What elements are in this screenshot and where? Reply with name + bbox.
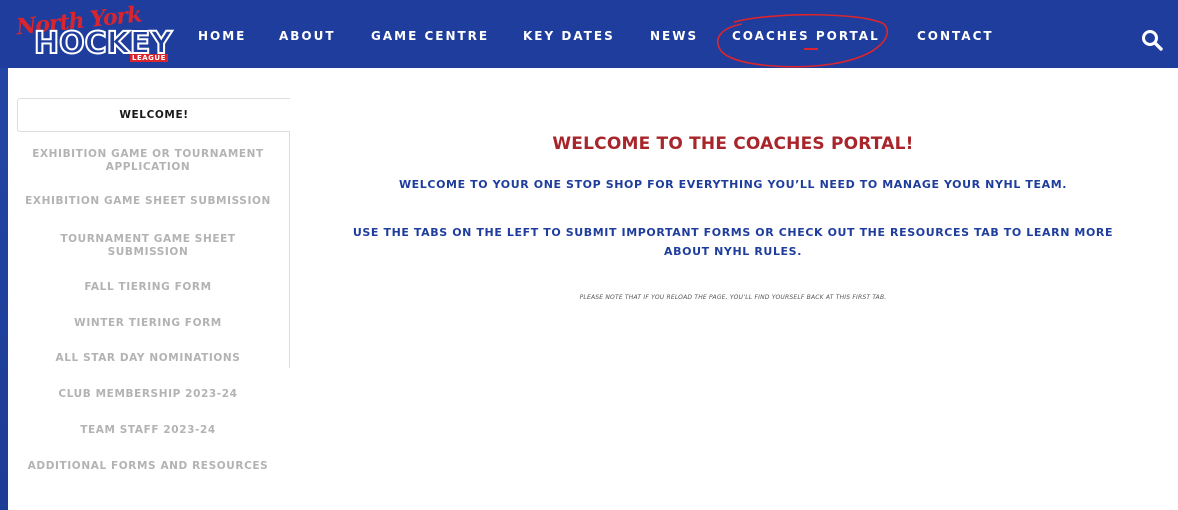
- tab-exhibition-application[interactable]: EXHIBITION GAME OR TOURNAMENT APPLICATIO…: [8, 148, 288, 174]
- instructions-line: USE THE TABS ON THE LEFT TO SUBMIT IMPOR…: [352, 226, 1114, 239]
- top-navbar: North York HOCKEY LEAGUE HOME ABOUT GAME…: [0, 0, 1178, 68]
- portal-tab-list: WELCOME! EXHIBITION GAME OR TOURNAMENT A…: [8, 98, 290, 368]
- tab-label-line: SUBMISSION: [107, 246, 189, 258]
- tab-label-line: ADDITIONAL FORMS AND RESOURCES: [27, 460, 269, 472]
- tab-additional-forms[interactable]: ADDITIONAL FORMS AND RESOURCES: [8, 460, 288, 473]
- tab-label-line: ALL STAR DAY NOMINATIONS: [55, 352, 241, 364]
- nav-contact[interactable]: CONTACT: [917, 29, 994, 45]
- tab-label-line: CLUB MEMBERSHIP 2023-24: [58, 388, 238, 400]
- search-icon[interactable]: [1141, 29, 1163, 51]
- tab-exhibition-game-sheet[interactable]: EXHIBITION GAME SHEET SUBMISSION: [8, 195, 288, 208]
- tab-label-line: EXHIBITION GAME OR TOURNAMENT: [32, 148, 264, 160]
- main-content: WELCOME! EXHIBITION GAME OR TOURNAMENT A…: [8, 68, 1178, 510]
- tab-label-line: WINTER TIERING FORM: [74, 317, 222, 329]
- tab-club-membership[interactable]: CLUB MEMBERSHIP 2023-24: [8, 388, 288, 401]
- tab-label-line: FALL TIERING FORM: [84, 281, 212, 293]
- tab-label-line: TOURNAMENT GAME SHEET: [60, 233, 236, 245]
- tab-fall-tiering[interactable]: FALL TIERING FORM: [8, 281, 288, 294]
- nav-about[interactable]: ABOUT: [279, 29, 336, 45]
- tab-label-line: EXHIBITION GAME SHEET SUBMISSION: [25, 195, 271, 207]
- nav-news[interactable]: NEWS: [650, 29, 698, 45]
- tab-all-star-nominations[interactable]: ALL STAR DAY NOMINATIONS: [8, 352, 288, 365]
- welcome-panel: WELCOME TO THE COACHES PORTAL! WELCOME T…: [298, 68, 1168, 510]
- logo-sub-text: LEAGUE: [130, 54, 168, 62]
- nav-key-dates[interactable]: KEY DATES: [523, 29, 615, 45]
- intro-text: WELCOME TO YOUR ONE STOP SHOP FOR EVERYT…: [398, 178, 1068, 191]
- nav-game-centre[interactable]: GAME CENTRE: [371, 29, 489, 45]
- instructions-line: ABOUT NYHL RULES.: [664, 245, 802, 258]
- tab-team-staff[interactable]: TEAM STAFF 2023-24: [8, 424, 288, 437]
- page-title: WELCOME TO THE COACHES PORTAL!: [552, 134, 914, 154]
- tab-winter-tiering[interactable]: WINTER TIERING FORM: [8, 317, 288, 330]
- reload-note: PLEASE NOTE THAT IF YOU RELOAD THE PAGE,…: [579, 294, 887, 301]
- tab-label-line: APPLICATION: [105, 161, 191, 173]
- league-logo[interactable]: North York HOCKEY LEAGUE: [12, 2, 173, 64]
- instructions-text: USE THE TABS ON THE LEFT TO SUBMIT IMPOR…: [298, 223, 1168, 261]
- tab-tournament-game-sheet[interactable]: TOURNAMENT GAME SHEET SUBMISSION: [8, 233, 288, 259]
- nav-home[interactable]: HOME: [198, 29, 246, 45]
- nav-coaches-portal[interactable]: COACHES PORTAL: [732, 29, 880, 50]
- tab-welcome[interactable]: WELCOME!: [17, 98, 290, 132]
- tab-label-line: TEAM STAFF 2023-24: [80, 424, 216, 436]
